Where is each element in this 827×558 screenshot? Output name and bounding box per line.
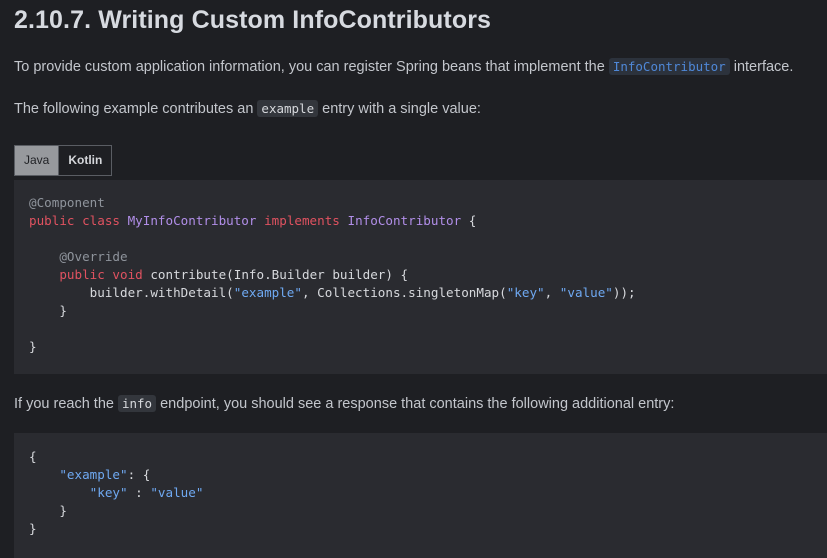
- json-open-brace: {: [29, 449, 37, 464]
- example-text-before: The following example contributes an: [14, 101, 258, 117]
- code-line: }: [29, 520, 827, 538]
- code-line: }: [29, 502, 827, 520]
- annotation-component: @Component: [29, 195, 105, 210]
- json-colon-open: : {: [127, 467, 151, 482]
- code-line: "key" : "value": [29, 484, 827, 502]
- keyword-public-class: public class: [29, 213, 128, 228]
- code-line: builder.withDetail("example", Collection…: [29, 284, 827, 302]
- code-line: public class MyInfoContributor implement…: [29, 212, 827, 230]
- endpoint-text-before: If you reach the: [14, 396, 118, 412]
- endpoint-text-after: endpoint, you should see a response that…: [156, 396, 675, 412]
- code-line: @Component: [29, 194, 827, 212]
- json-separator: :: [127, 485, 151, 500]
- intro-text-before: To provide custom application informatio…: [14, 59, 609, 75]
- json-code-block: { "example": { "key" : "value" }}: [14, 433, 827, 558]
- string-key: "key": [506, 285, 545, 300]
- class-name: MyInfoContributor: [127, 213, 257, 228]
- keyword-public-void: public void: [59, 267, 151, 282]
- string-example: "example": [233, 285, 302, 300]
- section-heading: 2.10.7. Writing Custom InfoContributors: [14, 6, 492, 34]
- open-brace: {: [461, 213, 477, 228]
- json-key-key: "key": [89, 485, 128, 500]
- string-value: "value": [559, 285, 613, 300]
- call-mid: , Collections.singletonMap(: [301, 285, 507, 300]
- example-text-after: entry with a single value:: [318, 101, 481, 117]
- code-line: "example": {: [29, 466, 827, 484]
- code-line: public void contribute(Info.Builder buil…: [29, 266, 827, 284]
- infocontributor-link[interactable]: InfoContributor: [608, 58, 730, 75]
- example-inline-code: example: [257, 100, 319, 117]
- keyword-implements: implements: [256, 213, 348, 228]
- code-line: {: [29, 448, 827, 466]
- info-inline-code: info: [117, 395, 157, 412]
- endpoint-paragraph: If you reach the info endpoint, you shou…: [14, 394, 674, 414]
- intro-text-after: interface.: [729, 59, 794, 75]
- intro-paragraph: To provide custom application informatio…: [14, 57, 793, 77]
- example-paragraph: The following example contributes an exa…: [14, 99, 481, 119]
- call-end: ));: [612, 285, 636, 300]
- tab-java[interactable]: Java: [14, 145, 60, 176]
- code-line: @Override: [29, 248, 827, 266]
- code-line: }: [29, 338, 827, 356]
- json-outer-close: }: [29, 521, 37, 536]
- annotation-override: @Override: [59, 249, 128, 264]
- class-close-brace: }: [29, 339, 37, 354]
- code-line: }: [29, 302, 827, 320]
- call-start: builder.withDetail(: [89, 285, 234, 300]
- method-close-brace: }: [59, 303, 67, 318]
- json-value: "value": [150, 485, 204, 500]
- method-signature: contribute(Info.Builder builder) {: [150, 267, 409, 282]
- interface-name: InfoContributor: [347, 213, 462, 228]
- comma: ,: [544, 285, 560, 300]
- json-key-example: "example": [59, 467, 128, 482]
- tab-kotlin[interactable]: Kotlin: [59, 145, 113, 176]
- json-inner-close: }: [59, 503, 67, 518]
- java-code-block: @Component public class MyInfoContributor…: [14, 180, 827, 374]
- language-tabs: Java Kotlin: [14, 145, 113, 176]
